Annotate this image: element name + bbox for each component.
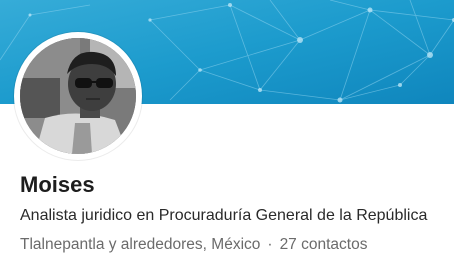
profile-name: Moises	[20, 172, 95, 197]
profile-card: Moises Analista juridico en Procuraduría…	[0, 0, 454, 279]
meta-separator: ·	[267, 236, 273, 253]
profile-avatar[interactable]	[14, 32, 142, 160]
connections-link[interactable]: 27 contactos	[280, 236, 368, 253]
profile-location: Tlalnepantla y alrededores, México	[20, 236, 261, 253]
profile-meta: Tlalnepantla y alrededores, México · 27 co…	[20, 236, 367, 254]
avatar-photo	[20, 38, 136, 154]
profile-headline: Analista juridico en Procuraduría Genera…	[20, 207, 428, 224]
avatar-person-image	[20, 38, 136, 154]
